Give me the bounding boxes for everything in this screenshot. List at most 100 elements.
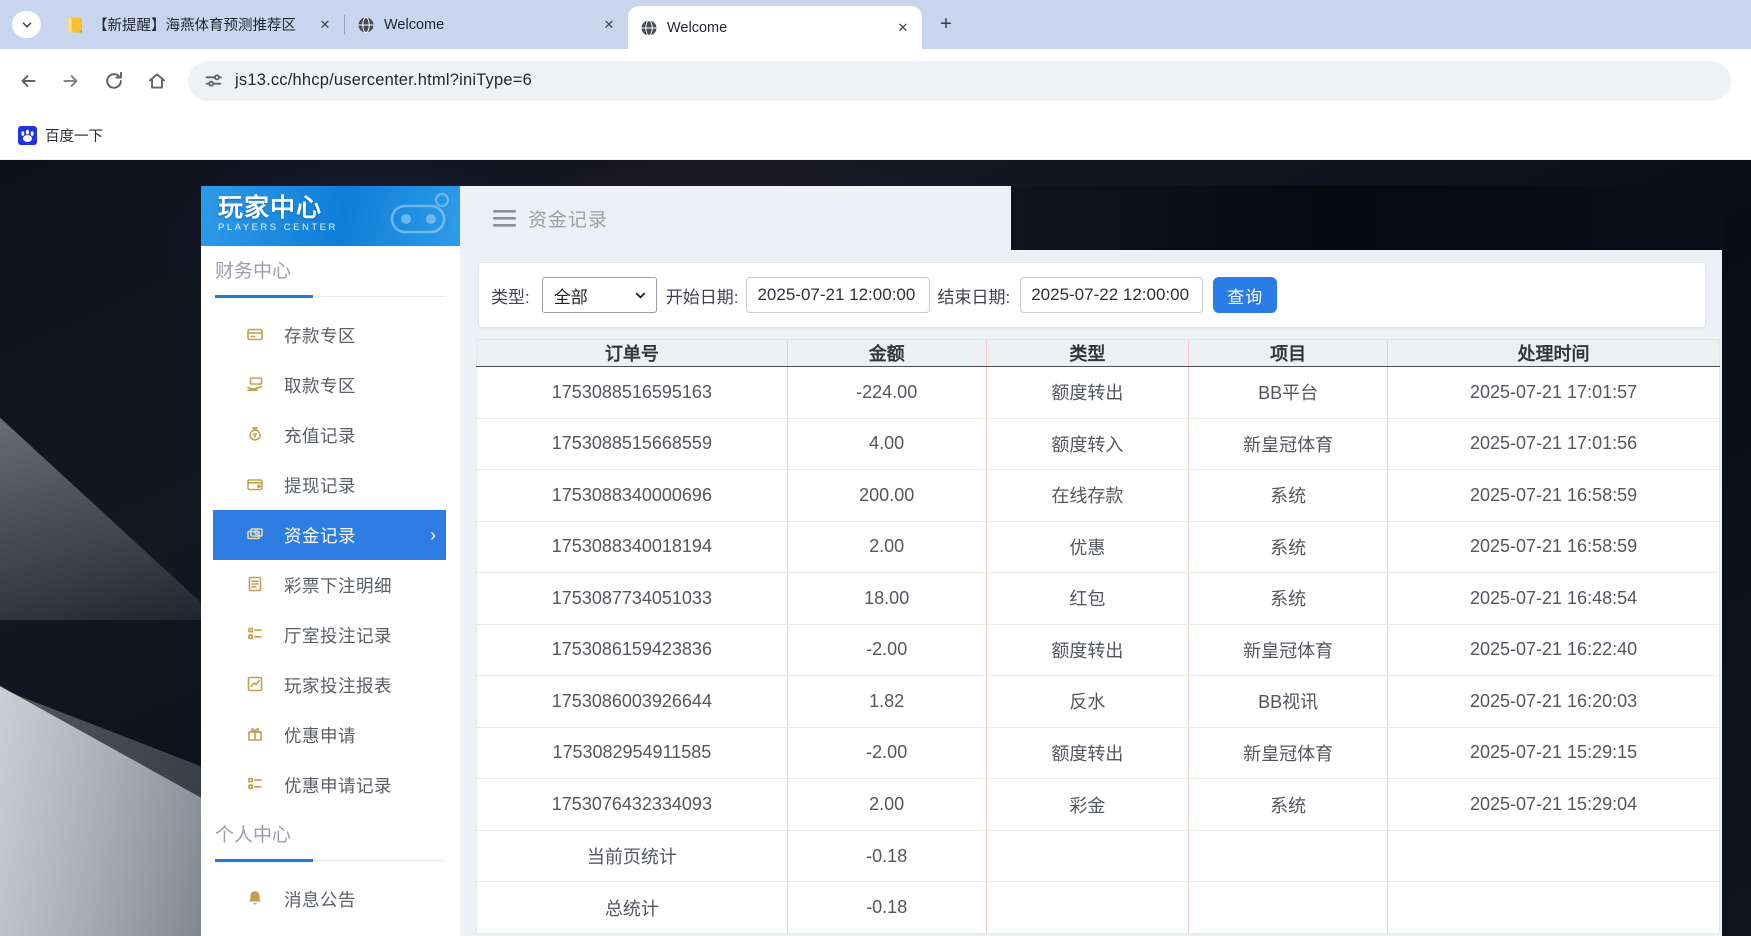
close-icon[interactable]: ✕ xyxy=(894,19,912,37)
address-bar[interactable]: js13.cc/hhcp/usercenter.html?iniType=6 xyxy=(188,61,1731,101)
table-cell xyxy=(1388,882,1720,934)
table-cell: BB平台 xyxy=(1189,367,1388,419)
sidebar-item[interactable]: 提现记录 xyxy=(213,460,446,510)
tab-title: Welcome xyxy=(667,20,886,36)
table-cell: 2.00 xyxy=(787,521,986,573)
sidebar-item[interactable]: 消息公告 xyxy=(213,874,446,924)
table-row: 1753082954911585-2.00额度转出新皇冠体育2025-07-21… xyxy=(477,727,1720,779)
page-title: 资金记录 xyxy=(528,205,608,232)
table-cell: 优惠 xyxy=(986,521,1189,573)
end-date-input[interactable] xyxy=(1020,277,1203,313)
table-cell: -0.18 xyxy=(787,882,986,934)
back-button[interactable] xyxy=(11,64,45,98)
table-cell: -0.18 xyxy=(787,830,986,882)
gift-icon xyxy=(245,725,267,745)
sidebar-item[interactable]: 玩家投注报表 xyxy=(213,660,446,710)
sidebar-item-label: 取款专区 xyxy=(284,373,356,398)
table-cell: 系统 xyxy=(1189,470,1388,522)
table-row: 1753088340000696200.00在线存款系统2025-07-21 1… xyxy=(477,470,1720,522)
hand-money-icon xyxy=(245,375,267,395)
forward-button[interactable] xyxy=(54,64,88,98)
list-check-icon xyxy=(245,775,267,795)
sidebar-banner: 玩家中心 PLAYERS CENTER xyxy=(201,186,460,246)
table-cell: 1753088516595163 xyxy=(477,367,788,419)
sidebar-item[interactable]: 资金记录› xyxy=(213,510,446,560)
table-cell: -2.00 xyxy=(787,727,986,779)
table-cell: 系统 xyxy=(1189,573,1388,625)
chevron-down-icon xyxy=(20,18,34,32)
money-bag-icon xyxy=(245,425,267,445)
hamburger-menu-icon[interactable] xyxy=(493,209,516,228)
summary-row: 总统计-0.18 xyxy=(477,882,1720,934)
browser-tab-1[interactable]: 【新提醒】海燕体育预测推荐区 ✕ xyxy=(54,0,344,49)
page-viewport: 玩家中心 PLAYERS CENTER 财务中心存款专区取款专区充值记录提现记录… xyxy=(0,160,1751,936)
fund-records-table-wrap: 订单号金额类型项目处理时间 1753088516595163-224.00额度转… xyxy=(476,339,1720,934)
sidebar-item-label: 厅室投注记录 xyxy=(284,623,392,648)
sidebar-item[interactable]: 取款专区 xyxy=(213,360,446,410)
column-header: 类型 xyxy=(986,340,1189,367)
table-cell: 系统 xyxy=(1189,779,1388,831)
table-cell: 新皇冠体育 xyxy=(1189,727,1388,779)
bank-card-icon xyxy=(245,325,267,345)
sidebar-item-label: 优惠申请 xyxy=(284,723,356,748)
sidebar-item-label: 提现记录 xyxy=(284,473,356,498)
players-center-sidebar: 玩家中心 PLAYERS CENTER 财务中心存款专区取款专区充值记录提现记录… xyxy=(201,186,460,936)
gamepad-icon xyxy=(386,192,452,240)
table-row: 17530883400181942.00优惠系统2025-07-21 16:58… xyxy=(477,521,1720,573)
sidebar-item[interactable]: 优惠申请 xyxy=(213,710,446,760)
bookmark-baidu[interactable]: 百度一下 xyxy=(18,125,103,146)
table-cell: 当前页统计 xyxy=(477,830,788,882)
type-select[interactable]: 全部 xyxy=(542,277,657,313)
table-header-row: 订单号金额类型项目处理时间 xyxy=(477,340,1720,367)
table-cell xyxy=(1189,830,1388,882)
browser-tab-strip: 【新提醒】海燕体育预测推荐区 ✕ Welcome ✕ Welcome ✕ + xyxy=(0,0,1751,49)
table-cell: BB视讯 xyxy=(1189,676,1388,728)
sidebar-section-label: 财务中心 xyxy=(215,256,446,297)
reload-button[interactable] xyxy=(97,64,131,98)
table-cell: 新皇冠体育 xyxy=(1189,624,1388,676)
column-header: 金额 xyxy=(787,340,986,367)
sidebar-item[interactable]: 彩票下注明细 xyxy=(213,560,446,610)
close-icon[interactable]: ✕ xyxy=(316,16,334,34)
table-cell: 1753087734051033 xyxy=(477,573,788,625)
table-cell: 新皇冠体育 xyxy=(1189,418,1388,470)
bell-icon xyxy=(245,889,267,909)
sidebar-item[interactable]: 优惠申请记录 xyxy=(213,760,446,810)
sidebar-item-label: 优惠申请记录 xyxy=(284,773,392,798)
url-text: js13.cc/hhcp/usercenter.html?iniType=6 xyxy=(235,71,532,90)
sidebar-item[interactable]: 充值记录 xyxy=(213,410,446,460)
type-label: 类型: xyxy=(491,283,530,308)
tab-search-button[interactable] xyxy=(12,11,41,38)
table-row: 17530764323340932.00彩金系统2025-07-21 15:29… xyxy=(477,779,1720,831)
start-date-input[interactable] xyxy=(746,277,930,313)
query-button[interactable]: 查询 xyxy=(1213,277,1277,313)
new-tab-button[interactable]: + xyxy=(932,11,960,39)
sidebar-section-label: 个人中心 xyxy=(215,820,446,861)
home-button[interactable] xyxy=(140,64,174,98)
sidebar-item-label: 消息公告 xyxy=(284,887,356,912)
table-cell: 1.82 xyxy=(787,676,986,728)
sidebar-item[interactable]: 厅室投注记录 xyxy=(213,610,446,660)
close-icon[interactable]: ✕ xyxy=(600,16,618,34)
table-cell: 2025-07-21 16:48:54 xyxy=(1388,573,1720,625)
table-row: 17530885156685594.00额度转入新皇冠体育2025-07-21 … xyxy=(477,418,1720,470)
table-cell: 2025-07-21 17:01:56 xyxy=(1388,418,1720,470)
browser-tab-active[interactable]: Welcome ✕ xyxy=(628,6,922,49)
table-cell: 18.00 xyxy=(787,573,986,625)
table-cell: 总统计 xyxy=(477,882,788,934)
table-cell xyxy=(1388,830,1720,882)
sidebar-section-items: 消息公告 xyxy=(201,874,460,924)
sidebar-item-label: 充值记录 xyxy=(284,423,356,448)
document-lines-icon xyxy=(245,575,267,595)
table-cell: 额度转出 xyxy=(986,727,1189,779)
bookmark-label: 百度一下 xyxy=(45,125,103,146)
tab-title: Welcome xyxy=(384,17,592,33)
browser-tab-2[interactable]: Welcome ✕ xyxy=(345,0,628,49)
sidebar-section-items: 存款专区取款专区充值记录提现记录资金记录›彩票下注明细厅室投注记录玩家投注报表优… xyxy=(201,310,460,810)
site-info-icon[interactable] xyxy=(204,71,223,90)
sidebar-item[interactable]: 存款专区 xyxy=(213,310,446,360)
chart-icon xyxy=(245,675,267,695)
cash-icon xyxy=(245,525,267,545)
table-cell: 1753088515668559 xyxy=(477,418,788,470)
sidebar-nav: 财务中心存款专区取款专区充值记录提现记录资金记录›彩票下注明细厅室投注记录玩家投… xyxy=(201,246,460,924)
